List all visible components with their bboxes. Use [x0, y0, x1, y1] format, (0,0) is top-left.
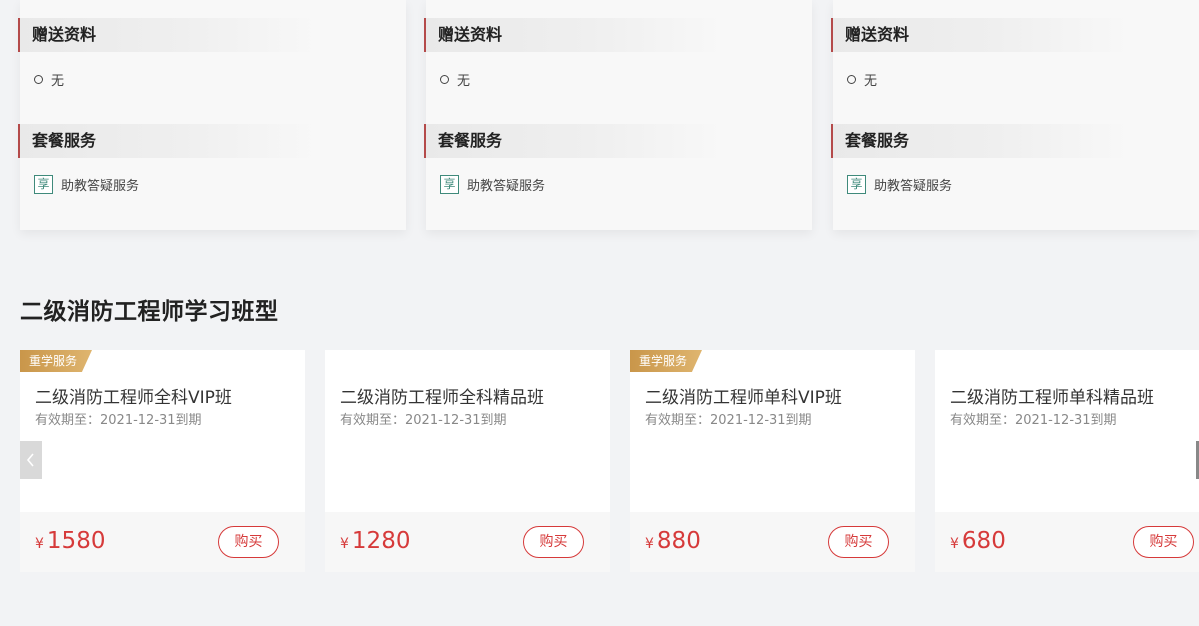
- gift-item-label: 无: [51, 73, 65, 89]
- price-amount: 880: [656, 528, 701, 554]
- gift-item: 无: [847, 70, 878, 89]
- gift-item: 无: [34, 70, 65, 89]
- circle-bullet-icon: [847, 74, 856, 84]
- class-price: ¥1280: [340, 528, 410, 554]
- package-card: 赠送资料 无 套餐服务 享 助教答疑服务: [424, 0, 812, 230]
- circle-bullet-icon: [34, 74, 43, 84]
- price-amount: 1580: [46, 528, 106, 554]
- class-price: ¥880: [645, 528, 701, 554]
- currency-symbol: ¥: [950, 536, 959, 552]
- gift-section-title: 赠送资料: [424, 18, 724, 52]
- buy-button[interactable]: 购买: [523, 526, 584, 558]
- class-card-footer: ¥1580 购买: [20, 512, 305, 572]
- class-validity: 有效期至：2021-12-31到期: [645, 413, 812, 428]
- chevron-left-icon: [26, 453, 34, 467]
- section-title: 二级消防工程师学习班型: [20, 299, 279, 325]
- service-item: 享 助教答疑服务: [34, 174, 139, 194]
- enjoy-icon: 享: [34, 174, 53, 194]
- service-item-label: 助教答疑服务: [874, 178, 953, 194]
- currency-symbol: ¥: [340, 536, 349, 552]
- gift-item: 无: [440, 70, 471, 89]
- gift-item-label: 无: [457, 73, 471, 89]
- buy-button[interactable]: 购买: [1133, 526, 1194, 558]
- service-section-title: 套餐服务: [18, 124, 318, 158]
- gift-section-title: 赠送资料: [831, 18, 1131, 52]
- class-card[interactable]: 二级消防工程师单科精品班 有效期至：2021-12-31到期 ¥680 购买: [935, 350, 1199, 572]
- enjoy-icon: 享: [847, 174, 866, 194]
- class-name[interactable]: 二级消防工程师全科精品班: [340, 383, 544, 408]
- service-item-label: 助教答疑服务: [61, 178, 140, 194]
- class-card[interactable]: 二级消防工程师全科精品班 有效期至：2021-12-31到期 ¥1280 购买: [325, 350, 610, 572]
- class-validity: 有效期至：2021-12-31到期: [340, 413, 507, 428]
- currency-symbol: ¥: [645, 536, 654, 552]
- class-price: ¥680: [950, 528, 1006, 554]
- class-price: ¥1580: [35, 528, 105, 554]
- carousel-prev-button[interactable]: [20, 441, 42, 479]
- class-name[interactable]: 二级消防工程师全科VIP班: [35, 383, 232, 408]
- class-validity: 有效期至：2021-12-31到期: [950, 413, 1117, 428]
- service-section-title: 套餐服务: [831, 124, 1131, 158]
- price-amount: 1280: [351, 528, 411, 554]
- class-card-footer: ¥880 购买: [630, 512, 915, 572]
- class-card-footer: ¥1280 购买: [325, 512, 610, 572]
- enjoy-icon: 享: [440, 174, 459, 194]
- class-card[interactable]: 重学服务 二级消防工程师单科VIP班 有效期至：2021-12-31到期 ¥88…: [630, 350, 915, 572]
- buy-button[interactable]: 购买: [828, 526, 889, 558]
- class-name[interactable]: 二级消防工程师单科VIP班: [645, 383, 842, 408]
- buy-button[interactable]: 购买: [218, 526, 279, 558]
- relearn-service-badge: 重学服务: [630, 350, 702, 372]
- price-amount: 680: [961, 528, 1006, 554]
- package-card: 赠送资料 无 套餐服务 享 助教答疑服务: [831, 0, 1199, 230]
- service-section-title: 套餐服务: [424, 124, 724, 158]
- gift-section-title: 赠送资料: [18, 18, 318, 52]
- service-item-label: 助教答疑服务: [467, 178, 546, 194]
- package-card: 赠送资料 无 套餐服务 享 助教答疑服务: [18, 0, 406, 230]
- class-card[interactable]: 重学服务 二级消防工程师全科VIP班 有效期至：2021-12-31到期 ¥15…: [20, 350, 305, 572]
- service-item: 享 助教答疑服务: [440, 174, 545, 194]
- class-card-footer: ¥680 购买: [935, 512, 1199, 572]
- circle-bullet-icon: [440, 74, 449, 84]
- class-validity: 有效期至：2021-12-31到期: [35, 413, 202, 428]
- gift-item-label: 无: [864, 73, 878, 89]
- currency-symbol: ¥: [35, 536, 44, 552]
- service-item: 享 助教答疑服务: [847, 174, 952, 194]
- relearn-service-badge: 重学服务: [20, 350, 92, 372]
- class-name[interactable]: 二级消防工程师单科精品班: [950, 383, 1154, 408]
